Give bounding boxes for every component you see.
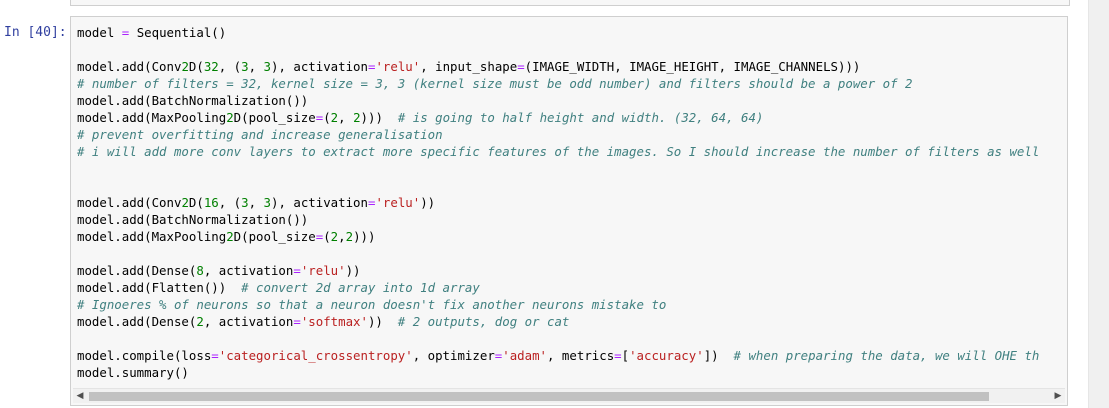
code-line[interactable]: model.add(Dense(8, activation='relu')) (77, 262, 1067, 279)
code-line[interactable]: model.add(MaxPooling2D(pool_size=(2,2))) (77, 228, 1067, 245)
scrollbar-thumb[interactable] (89, 392, 989, 401)
right-arrow-icon[interactable]: ▶ (1051, 389, 1065, 403)
code-line[interactable] (77, 41, 1067, 58)
code-line[interactable]: model.add(Conv2D(16, (3, 3), activation=… (77, 194, 1067, 211)
code-line[interactable]: model.add(Dense(2, activation='softmax')… (77, 313, 1067, 330)
code-line[interactable]: model.add(Flatten()) # convert 2d array … (77, 279, 1067, 296)
code-line[interactable]: model.add(BatchNormalization()) (77, 211, 1067, 228)
code-line[interactable] (77, 177, 1067, 194)
code-line[interactable]: model.add(Conv2D(32, (3, 3), activation=… (77, 58, 1067, 75)
code-line[interactable]: # i will add more conv layers to extract… (77, 143, 1067, 160)
code-line[interactable]: # number of filters = 32, kernel size = … (77, 75, 1067, 92)
code-line[interactable]: model.add(BatchNormalization()) (77, 92, 1067, 109)
code-line[interactable]: model.compile(loss='categorical_crossent… (77, 347, 1067, 364)
previous-cell-edge (70, 0, 1070, 6)
code-cell-editor[interactable]: model = Sequential() model.add(Conv2D(32… (70, 16, 1068, 406)
code-line[interactable]: model = Sequential() (77, 24, 1067, 41)
code-line[interactable]: # prevent overfitting and increase gener… (77, 126, 1067, 143)
code-line[interactable] (77, 160, 1067, 177)
page-vertical-scrollbar[interactable] (1088, 0, 1109, 408)
code-line[interactable]: model.add(MaxPooling2D(pool_size=(2, 2))… (77, 109, 1067, 126)
horizontal-scrollbar[interactable]: ◀ ▶ (73, 388, 1065, 403)
code-line[interactable] (77, 330, 1067, 347)
input-prompt: In [40]: (4, 25, 67, 40)
left-arrow-icon[interactable]: ◀ (73, 389, 87, 403)
code-line[interactable]: # Ignoeres % of neurons so that a neuron… (77, 296, 1067, 313)
code-area[interactable]: model = Sequential() model.add(Conv2D(32… (77, 24, 1067, 381)
code-line[interactable] (77, 245, 1067, 262)
code-line[interactable]: model.summary() (77, 364, 1067, 381)
